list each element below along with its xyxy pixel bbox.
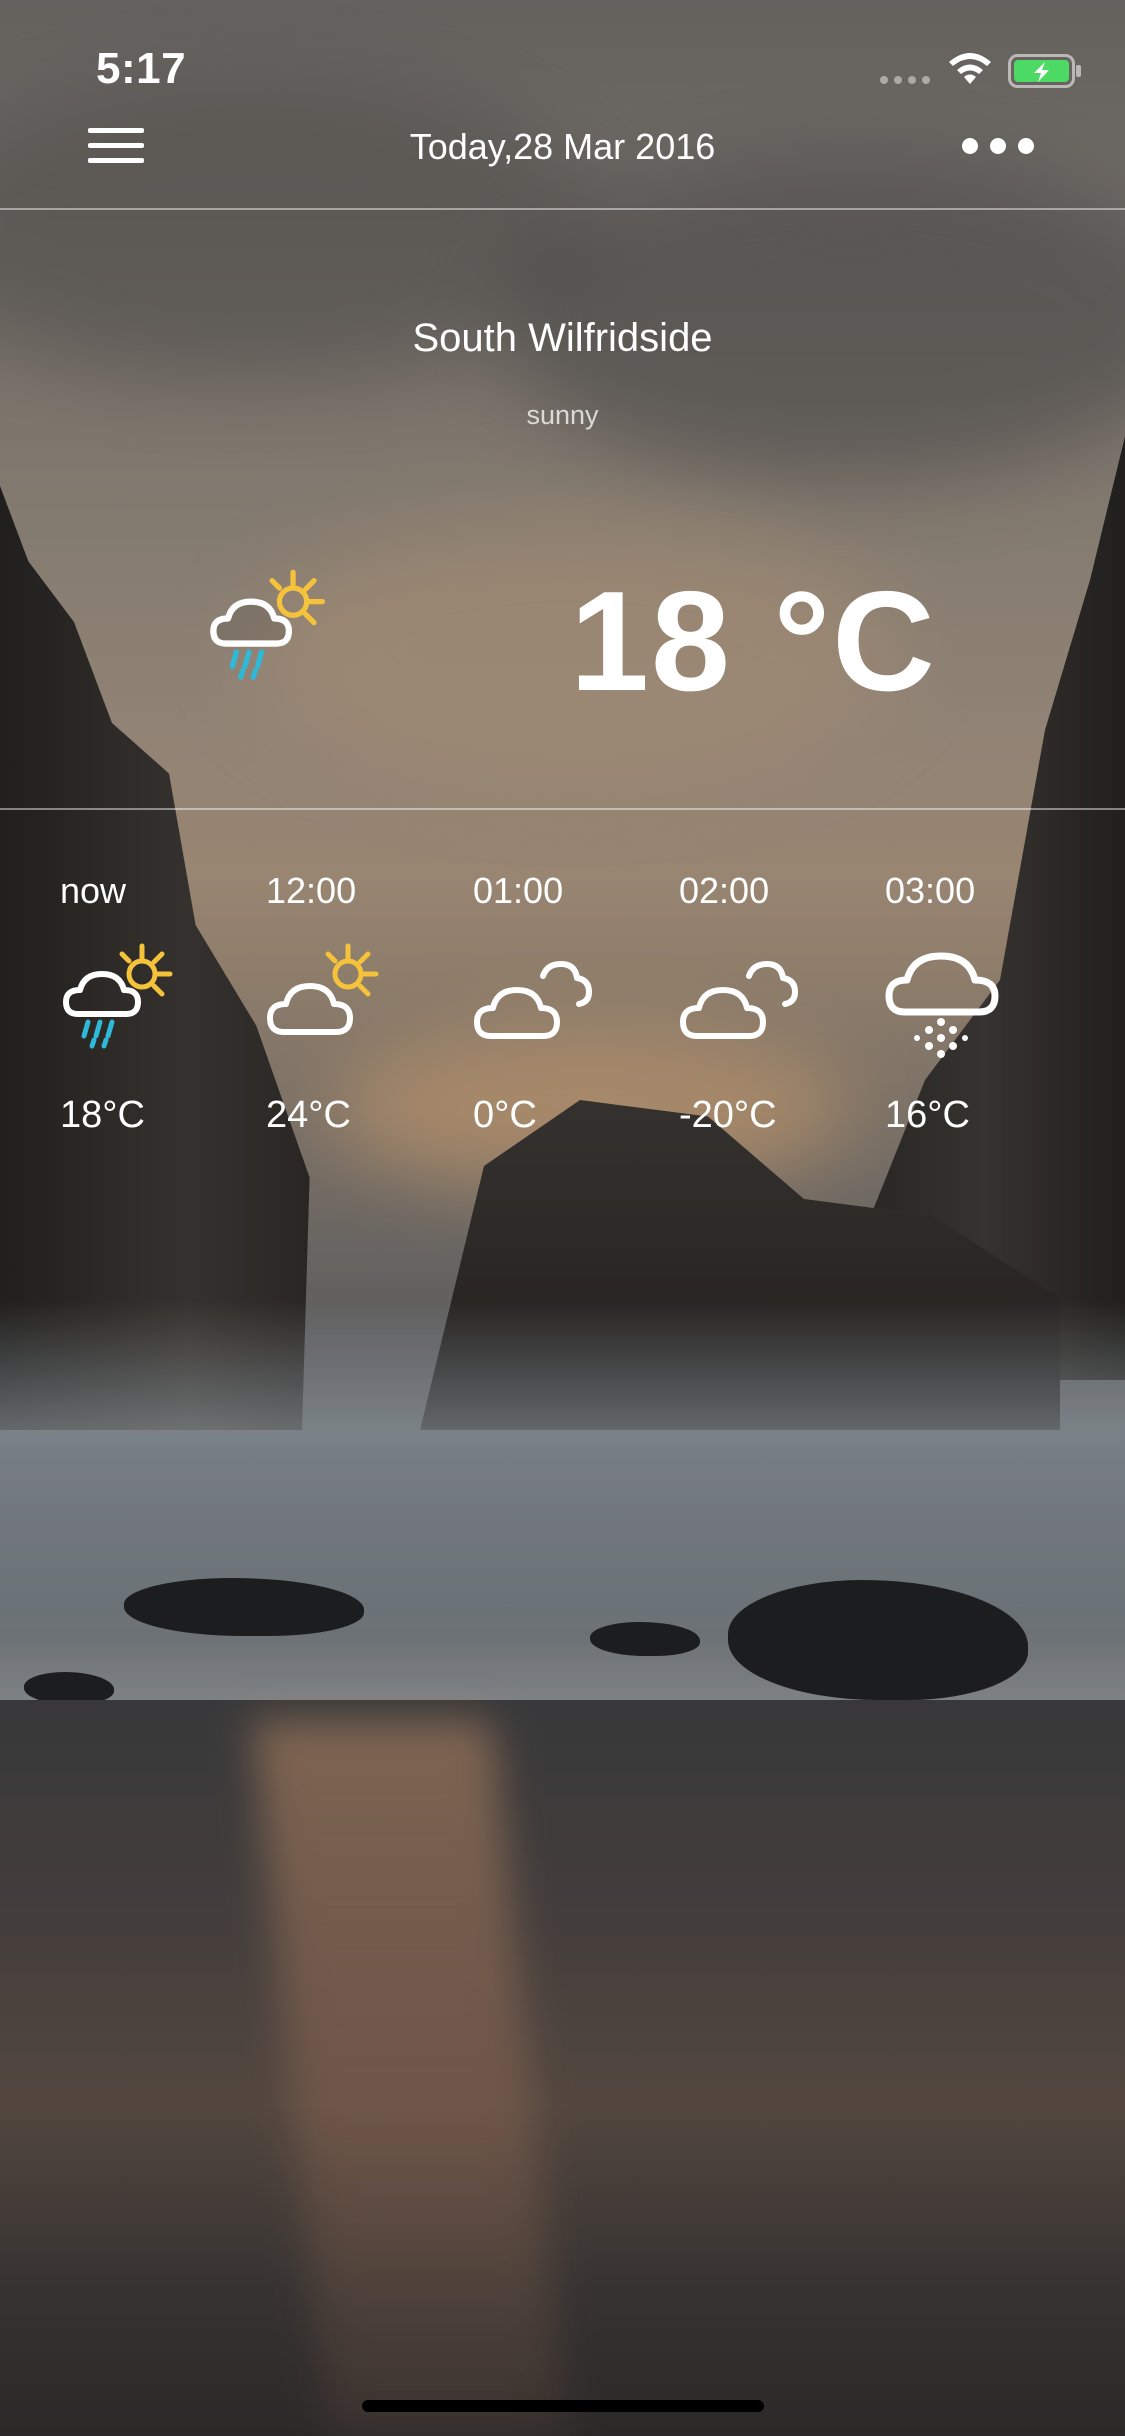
home-indicator[interactable] (362, 2400, 764, 2412)
forecast-temp: 18°C (60, 1094, 145, 1136)
background-photo (0, 0, 1125, 2436)
forecast-temp: 24°C (266, 1094, 351, 1136)
snow-cloud-icon (885, 952, 999, 1058)
rain-sun-icon (63, 943, 173, 1049)
clouds-icon (680, 961, 798, 1039)
forecast-hour: 01:00 (473, 870, 564, 911)
forecast-hour: now (60, 870, 127, 911)
forecast-item: now 18°C (60, 870, 200, 1136)
forecast-item: 02:00 -20°C (679, 870, 819, 1136)
more-options-button[interactable] (962, 138, 1034, 154)
current-temperature: 18 °C (570, 562, 937, 721)
forecast-hour: 12:00 (266, 870, 357, 911)
battery-charging-icon (1008, 54, 1081, 88)
rain-sun-icon (210, 569, 326, 680)
forecast-item: 01:00 0°C (473, 870, 613, 1136)
forecast-temp: 16°C (885, 1094, 970, 1136)
weather-condition: sunny (526, 400, 599, 430)
forecast-hour: 02:00 (679, 870, 770, 911)
city-name: South Wilfridside (412, 316, 713, 360)
clouds-icon (474, 961, 592, 1039)
forecast-hour: 03:00 (885, 870, 976, 911)
status-time: 5:17 (96, 44, 187, 93)
wifi-icon (949, 53, 991, 84)
header-divider (0, 208, 1125, 210)
forecast-temp: 0°C (473, 1094, 537, 1136)
forecast-divider (0, 808, 1125, 810)
forecast-item: 03:00 16°C (885, 870, 1025, 1136)
status-bar: 5:17 (0, 0, 1125, 140)
cloud-sun-icon (267, 943, 379, 1035)
forecast-item: 12:00 24°C (266, 870, 406, 1136)
forecast-temp: -20°C (679, 1094, 777, 1136)
cellular-signal-icon (880, 76, 930, 84)
date-title: Today,28 Mar 2016 (409, 126, 716, 167)
